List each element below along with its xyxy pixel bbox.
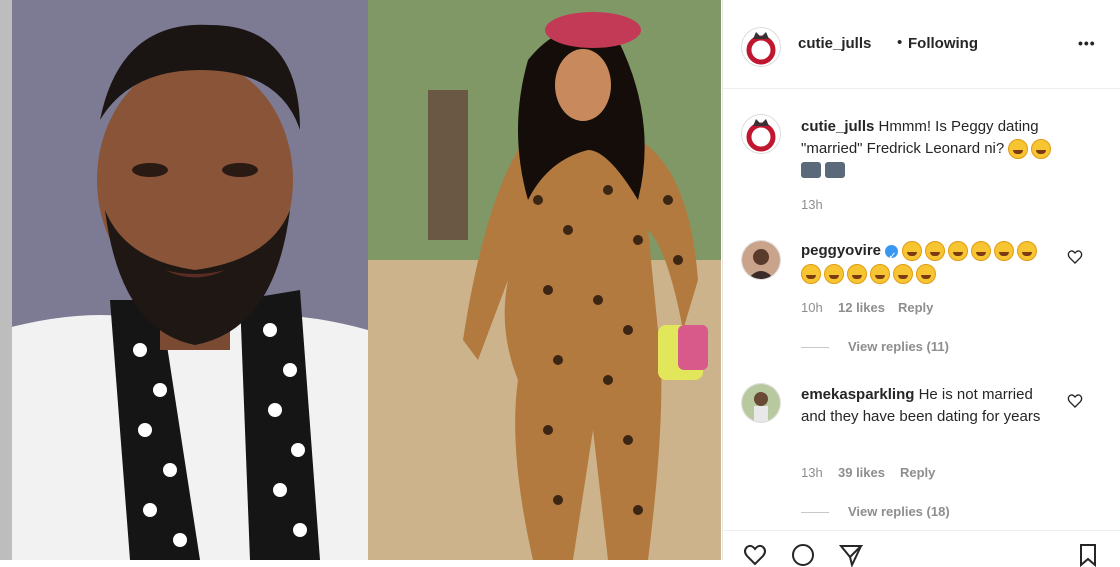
comment-likes[interactable]: 39 likes — [838, 465, 885, 480]
laughing-emoji-icon — [801, 264, 821, 284]
caption-username[interactable]: cutie_julls — [801, 118, 874, 135]
laughing-emoji-icon — [870, 264, 890, 284]
user-photo-icon — [742, 384, 780, 422]
comment-username[interactable]: peggyovire — [801, 242, 881, 259]
laughing-emoji-icon — [847, 264, 867, 284]
comment-time[interactable]: 10h — [801, 300, 823, 315]
laughing-emoji-icon — [824, 264, 844, 284]
caption-body: cutie_julls Hmmm! Is Peggy dating "marri… — [801, 116, 1101, 183]
comment-body: peggyovire ✓ — [801, 240, 1071, 284]
laughing-emoji-icon — [1017, 241, 1038, 262]
caption-avatar[interactable] — [741, 114, 781, 154]
replies-divider — [801, 347, 829, 348]
crown-logo-icon — [746, 32, 776, 65]
post-image-left — [0, 0, 368, 560]
bookmark-icon[interactable] — [1075, 543, 1101, 567]
comments-panel: cutie_julls • Following ••• cutie_julls … — [722, 0, 1120, 567]
couple-emoji-icon — [801, 162, 821, 178]
laughing-emoji-icon — [893, 264, 913, 284]
verified-badge-icon: ✓ — [885, 244, 899, 262]
like-heart-icon[interactable] — [1067, 393, 1083, 409]
laughing-emoji-icon — [971, 241, 992, 262]
author-username[interactable]: cutie_julls — [798, 35, 871, 52]
share-send-icon[interactable] — [837, 543, 865, 567]
comment-avatar[interactable] — [741, 383, 781, 423]
comment-avatar[interactable] — [741, 240, 781, 280]
like-heart-icon[interactable] — [1067, 249, 1083, 265]
laughing-emoji-icon — [994, 241, 1015, 262]
laughing-emoji-icon — [916, 264, 936, 284]
view-replies-button[interactable]: View replies (18) — [848, 504, 950, 519]
crown-logo-icon — [746, 119, 776, 152]
laughing-emoji-icon — [925, 241, 946, 262]
post-header: cutie_julls • Following ••• — [723, 0, 1120, 89]
following-button[interactable]: Following — [908, 35, 978, 52]
post-image-right — [368, 0, 721, 560]
woman-leopard-photo — [368, 0, 721, 560]
user-photo-icon — [742, 241, 780, 279]
view-replies-button[interactable]: View replies (11) — [848, 339, 949, 354]
tired-face-emoji-icon — [1031, 139, 1052, 160]
header-bullet: • — [897, 34, 903, 51]
man-portrait-photo — [0, 0, 368, 560]
post-action-bar — [723, 530, 1120, 567]
like-heart-icon[interactable] — [741, 543, 769, 567]
more-options-icon[interactable]: ••• — [1078, 35, 1096, 51]
couple-emoji-icon — [825, 162, 845, 178]
comment-reply-button[interactable]: Reply — [900, 465, 935, 480]
laughing-emoji-icon — [902, 241, 923, 262]
tired-face-emoji-icon — [1008, 139, 1029, 160]
laughing-emoji-icon — [948, 241, 969, 262]
comment-body: emekasparkling He is not married and the… — [801, 384, 1061, 428]
comment-reply-button[interactable]: Reply — [898, 300, 933, 315]
comment-username[interactable]: emekasparkling — [801, 386, 914, 403]
replies-divider — [801, 512, 829, 513]
left-edge-strip — [0, 0, 12, 560]
comment-time[interactable]: 13h — [801, 465, 823, 480]
caption-time[interactable]: 13h — [801, 197, 823, 212]
comment-likes[interactable]: 12 likes — [838, 300, 885, 315]
caption-emoji-row — [801, 162, 1101, 183]
author-avatar[interactable] — [741, 27, 781, 67]
comment-bubble-icon[interactable] — [789, 543, 817, 567]
